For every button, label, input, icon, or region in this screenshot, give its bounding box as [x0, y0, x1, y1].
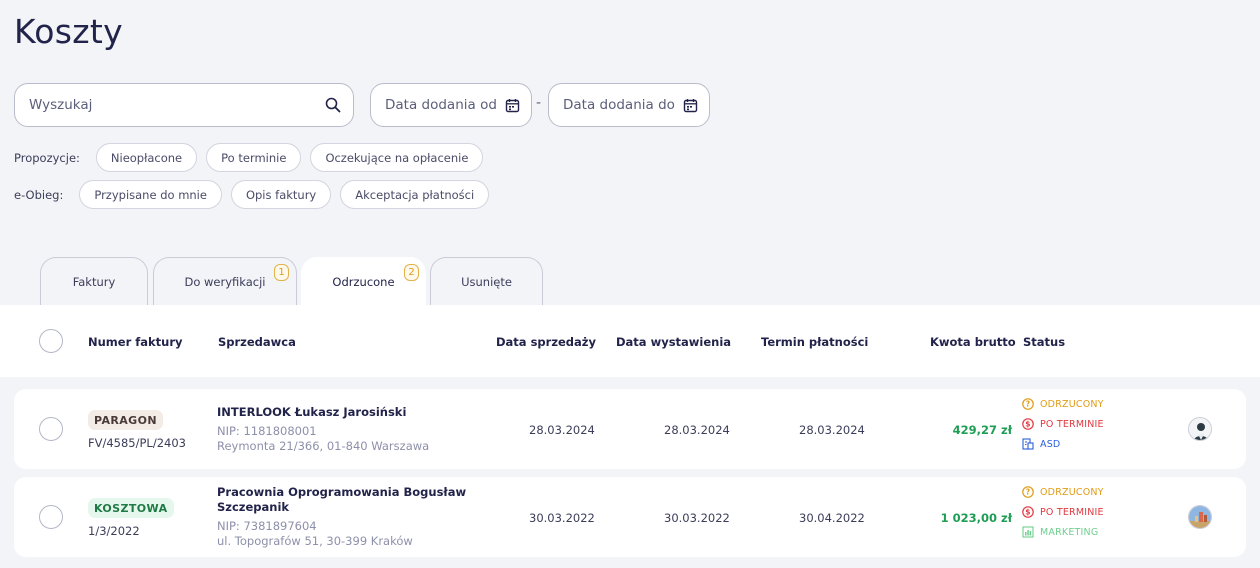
tab-invoices[interactable]: Faktury	[40, 257, 148, 305]
chip-overdue[interactable]: Po terminie	[206, 143, 302, 172]
due-date: 30.04.2022	[799, 511, 865, 525]
status-text: ODRZUCONY	[1040, 486, 1104, 498]
sale-date: 28.03.2024	[529, 423, 595, 437]
seller-name: Pracownia Oprogramowania Bogusław Szczep…	[217, 485, 467, 514]
date-separator: -	[536, 95, 542, 111]
col-sale-date[interactable]: Data sprzedaży	[496, 335, 596, 349]
chip-invoice-description[interactable]: Opis faktury	[230, 180, 332, 209]
svg-text:?: ?	[1026, 488, 1031, 497]
sale-date: 30.03.2022	[529, 511, 595, 525]
question-circle-icon: ?	[1022, 486, 1034, 498]
status-overdue: $ PO TERMINIE	[1022, 506, 1104, 518]
date-to-label: Data dodania do	[563, 97, 675, 113]
tabs-bar: Faktury Do weryfikacji 1 Odrzucone 2 Usu…	[20, 257, 580, 305]
status-text: PO TERMINIE	[1040, 418, 1104, 430]
tab-count-badge: 2	[404, 264, 419, 281]
date-to-field[interactable]: Data dodania do	[548, 83, 710, 127]
issue-date: 30.03.2022	[664, 511, 730, 525]
status-text: ODRZUCONY	[1040, 398, 1104, 410]
bar-chart-icon	[1022, 526, 1034, 538]
row-checkbox[interactable]	[39, 417, 63, 441]
status-tag-marketing: MARKETING	[1022, 526, 1098, 538]
cost-category-icon	[1022, 438, 1034, 450]
status-rejected: ? ODRZUCONY	[1022, 486, 1104, 498]
search-icon[interactable]	[325, 97, 341, 113]
tab-label: Do weryfikacji	[184, 274, 266, 289]
col-due-date[interactable]: Termin płatności	[761, 335, 868, 349]
col-seller[interactable]: Sprzedawca	[218, 335, 296, 349]
seller-nip: NIP: 1181808001	[217, 424, 317, 438]
search-field[interactable]	[14, 83, 354, 127]
date-from-label: Data dodania od	[385, 97, 497, 113]
issue-date: 28.03.2024	[664, 423, 730, 437]
dollar-circle-icon: $	[1022, 506, 1034, 518]
svg-text:$: $	[1025, 420, 1030, 429]
col-invoice-number[interactable]: Numer faktury	[88, 335, 183, 349]
doc-type-badge: KOSZTOWA	[88, 498, 174, 518]
search-input[interactable]	[29, 97, 325, 113]
row-checkbox[interactable]	[39, 505, 63, 529]
status-overdue: $ PO TERMINIE	[1022, 418, 1104, 430]
page-title: Koszty	[14, 12, 123, 51]
avatar[interactable]	[1188, 505, 1212, 529]
chip-payment-approval[interactable]: Akceptacja płatności	[340, 180, 490, 209]
tab-deleted[interactable]: Usunięte	[430, 257, 543, 305]
tab-to-verify[interactable]: Do weryfikacji 1	[153, 257, 297, 305]
seller-address: Reymonta 21/366, 01-840 Warszawa	[217, 439, 430, 453]
tab-rejected[interactable]: Odrzucone 2	[301, 257, 426, 305]
chip-assigned-to-me[interactable]: Przypisane do mnie	[79, 180, 222, 209]
due-date: 28.03.2024	[799, 423, 865, 437]
select-all-checkbox[interactable]	[39, 329, 63, 353]
status-text: MARKETING	[1040, 526, 1099, 538]
avatar[interactable]	[1188, 417, 1212, 441]
svg-text:?: ?	[1026, 400, 1031, 409]
tab-label: Odrzucone	[332, 274, 395, 289]
tab-label: Faktury	[72, 274, 116, 289]
col-status[interactable]: Status	[1023, 335, 1065, 349]
status-rejected: ? ODRZUCONY	[1022, 398, 1104, 410]
invoice-number: FV/4585/PL/2403	[88, 436, 186, 450]
svg-text:$: $	[1025, 508, 1030, 517]
col-issue-date[interactable]: Data wystawienia	[616, 335, 731, 349]
col-gross-amount[interactable]: Kwota brutto	[930, 335, 1016, 349]
status-text: PO TERMINIE	[1040, 506, 1104, 518]
suggestions-label: Propozycje:	[14, 150, 80, 165]
eobieg-row: e-Obieg: Przypisane do mnie Opis faktury…	[14, 180, 498, 209]
suggestions-row: Propozycje: Nieopłacone Po terminie Ocze…	[14, 143, 492, 172]
gross-amount: 429,27 zł	[952, 423, 1012, 437]
status-text: ASD	[1040, 438, 1061, 450]
seller-nip: NIP: 7381897604	[217, 519, 317, 533]
dollar-circle-icon: $	[1022, 418, 1034, 430]
eobieg-label: e-Obieg:	[14, 187, 64, 202]
chip-unpaid[interactable]: Nieopłacone	[95, 143, 198, 172]
status-tag-asd: ASD	[1022, 438, 1060, 450]
question-circle-icon: ?	[1022, 398, 1034, 410]
date-from-field[interactable]: Data dodania od	[370, 83, 532, 127]
invoice-number: 1/3/2022	[88, 524, 140, 538]
seller-name: INTERLOOK Łukasz Jarosiński	[217, 405, 407, 419]
gross-amount: 1 023,00 zł	[940, 511, 1012, 525]
calendar-icon[interactable]	[505, 98, 520, 113]
tab-label: Usunięte	[461, 274, 512, 289]
seller-address: ul. Topografów 51, 30-399 Kraków	[217, 534, 413, 548]
doc-type-badge: PARAGON	[88, 410, 163, 430]
tab-count-badge: 1	[274, 264, 289, 281]
chip-awaiting-payment[interactable]: Oczekujące na opłacenie	[310, 143, 484, 172]
calendar-icon[interactable]	[683, 98, 698, 113]
